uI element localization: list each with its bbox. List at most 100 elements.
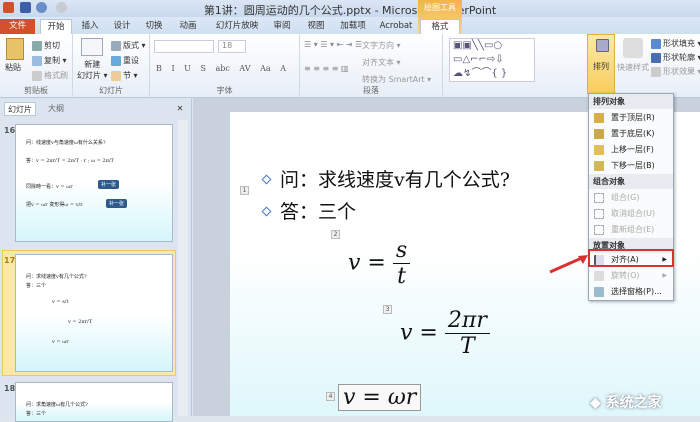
menu-item-selection-pane[interactable]: 选择窗格(P)... (589, 284, 673, 300)
format-painter-button[interactable]: 格式刷 (32, 70, 68, 81)
animation-marker: 3 (383, 305, 392, 314)
menu-item-label: 置于底层(K) (611, 129, 655, 138)
change-case-button[interactable]: Aa (260, 64, 271, 73)
menu-item-label: 重新组合(E) (611, 225, 655, 234)
slide-thumbnail-18[interactable]: 问：求角速度ω有几个公式? 答：三个 (15, 382, 173, 422)
new-slide-button[interactable]: 新建 幻灯片 ▾ (77, 59, 108, 81)
question-text[interactable]: 问：求线速度v有几个公式? (280, 165, 510, 192)
watermark-logo: ◆ 系统之家 (590, 395, 662, 411)
font-size-select[interactable]: 18 (218, 40, 246, 53)
menu-item-label: 旋转(O) (611, 271, 640, 280)
tab-home[interactable]: 开始 (40, 19, 72, 34)
menu-item-group[interactable]: 组合(G) (589, 190, 673, 206)
font-format-buttons[interactable]: B I U S abc AV Aa A (156, 64, 286, 73)
underline-button[interactable]: U (184, 64, 191, 73)
pane-tab-outline[interactable]: 大纲 (40, 102, 72, 116)
strikethrough-button[interactable]: abc (215, 64, 229, 73)
pencil-icon (651, 52, 661, 63)
bring-forward-icon (594, 145, 604, 155)
paste-icon[interactable] (6, 38, 24, 60)
copy-button[interactable]: 复制 ▾ (32, 55, 67, 66)
italic-button[interactable]: I (171, 64, 174, 73)
slide-number: 16 (4, 126, 16, 135)
group-label: 字体 (216, 86, 233, 95)
align-buttons[interactable]: ≡ ≡ ≡ ≡ ▥ (304, 64, 349, 73)
tab-insert[interactable]: 插入 (76, 19, 104, 34)
font-color-button[interactable]: A (280, 64, 286, 73)
layout-button[interactable]: 版式 ▾ (111, 40, 146, 51)
selection-pane-icon (594, 287, 604, 297)
reset-icon (111, 55, 121, 66)
section-icon (111, 70, 121, 81)
slide-thumbnail-16[interactable]: 问：线速度v与角速度ω有什么关系? 答：v = 2πr/T = 2π/T · r… (15, 124, 173, 242)
formula-v-s-over-t[interactable]: v = st (348, 238, 411, 289)
tab-view[interactable]: 视图 (302, 19, 330, 34)
tab-animations[interactable]: 动画 (174, 19, 202, 34)
menu-item-send-to-back[interactable]: 置于底层(K) (589, 126, 673, 142)
layout-icon (111, 40, 121, 51)
shapes-gallery[interactable]: ▣▣╲╲▭○ ▭△⌐⌐⇨⇩ ☁↯⌒⌒{ } (449, 38, 535, 82)
convert-smartart-button[interactable]: 转换为 SmartArt ▾ (362, 74, 431, 85)
menu-item-label: 置于顶层(R) (611, 113, 655, 122)
menu-item-label: 组合(G) (611, 193, 640, 202)
align-text-button[interactable]: 对齐文本 ▾ (362, 57, 401, 68)
tab-acrobat[interactable]: Acrobat (378, 19, 414, 34)
bullet-icon (261, 206, 272, 217)
copy-icon (32, 55, 42, 66)
shape-effects-button[interactable]: 形状效果 ▾ (651, 66, 700, 77)
thumb-line: 把v = ωr 变形得ω = v/r (26, 202, 83, 208)
reset-label: 重设 (123, 56, 139, 65)
shadow-button[interactable]: S (200, 64, 205, 73)
bold-button[interactable]: B (156, 64, 162, 73)
cut-button[interactable]: 剪切 (32, 40, 60, 51)
menu-item-bring-forward[interactable]: 上移一层(F) (589, 142, 673, 158)
tab-file[interactable]: 文件 (0, 19, 35, 34)
pane-scrollbar[interactable] (178, 120, 188, 416)
format-painter-label: 格式刷 (44, 71, 68, 80)
arrange-button[interactable]: 排列 (587, 34, 615, 94)
group-label: 幻灯片 (99, 86, 123, 95)
shape-outline-button[interactable]: 形状轮廓 ▾ (651, 52, 700, 63)
tab-design[interactable]: 设计 (108, 19, 136, 34)
menu-item-ungroup[interactable]: 取消组合(U) (589, 206, 673, 222)
rotate-icon (594, 271, 604, 281)
thumb-line: 同除時一看：v = ωr (26, 184, 73, 190)
tab-transitions[interactable]: 切换 (140, 19, 168, 34)
formula-lhs: v = (400, 320, 438, 346)
animation-marker: 4 (326, 392, 335, 401)
shape-fill-button[interactable]: 形状填充 ▾ (651, 38, 700, 49)
reset-button[interactable]: 重设 (111, 55, 139, 66)
font-name-select[interactable] (154, 40, 214, 53)
thumb-line: 问：线速度v与角速度ω有什么关系? (26, 140, 106, 146)
menu-item-regroup[interactable]: 重新组合(E) (589, 222, 673, 238)
tab-addins[interactable]: 加载项 (336, 19, 370, 34)
bullet-icon (261, 174, 272, 185)
arrange-dropdown-menu: 排列对象 置于顶层(R) 置于底层(K) 上移一层(F) 下移一层(B) 组合对… (588, 93, 674, 301)
tab-review[interactable]: 审阅 (268, 19, 296, 34)
new-slide-icon[interactable] (81, 38, 103, 56)
section-button[interactable]: 节 ▾ (111, 70, 138, 81)
ribbon: 粘贴 剪切 复制 ▾ 格式刷 剪贴板 新建 幻灯片 ▾ 版式 ▾ 重设 节 ▾ … (0, 34, 700, 98)
list-buttons[interactable]: ☰ ▾ ☰ ▾ ⇤ ⇥ ☰ (304, 40, 362, 49)
formula-v-omega-r[interactable]: v = ωr (338, 384, 422, 411)
slide-thumbnail-17[interactable]: 问：求线速度v有几个公式? 答：三个 v = s/t v = 2πr/T v =… (15, 254, 173, 372)
animation-marker: 1 (240, 186, 249, 195)
pane-tab-slides[interactable]: 幻灯片 (4, 102, 36, 116)
answer-text[interactable]: 答：三个 (280, 197, 356, 224)
font-group: 18 B I U S abc AV Aa A 字体 (150, 34, 300, 98)
tab-format[interactable]: 格式 (420, 19, 460, 34)
paste-button[interactable]: 粘贴 (5, 62, 21, 73)
text-direction-button[interactable]: 文字方向 ▾ (362, 40, 401, 51)
slides-group: 新建 幻灯片 ▾ 版式 ▾ 重设 节 ▾ 幻灯片 (73, 34, 150, 98)
char-spacing-button[interactable]: AV (239, 64, 250, 73)
thumb-line: v = ωr (52, 339, 69, 345)
close-pane-icon[interactable]: ✕ (174, 102, 186, 116)
formula-v-2pir-over-T[interactable]: v = 2πr T (400, 308, 490, 359)
menu-item-label: 下移一层(B) (611, 161, 655, 170)
quick-styles-button[interactable]: 快速样式 (617, 62, 649, 73)
tab-slideshow[interactable]: 幻灯片放映 (212, 19, 262, 34)
menu-item-rotate[interactable]: 旋转(O) ▶ (589, 268, 673, 284)
brush-icon (32, 70, 42, 81)
menu-item-send-backward[interactable]: 下移一层(B) (589, 158, 673, 174)
menu-item-bring-to-front[interactable]: 置于顶层(R) (589, 110, 673, 126)
